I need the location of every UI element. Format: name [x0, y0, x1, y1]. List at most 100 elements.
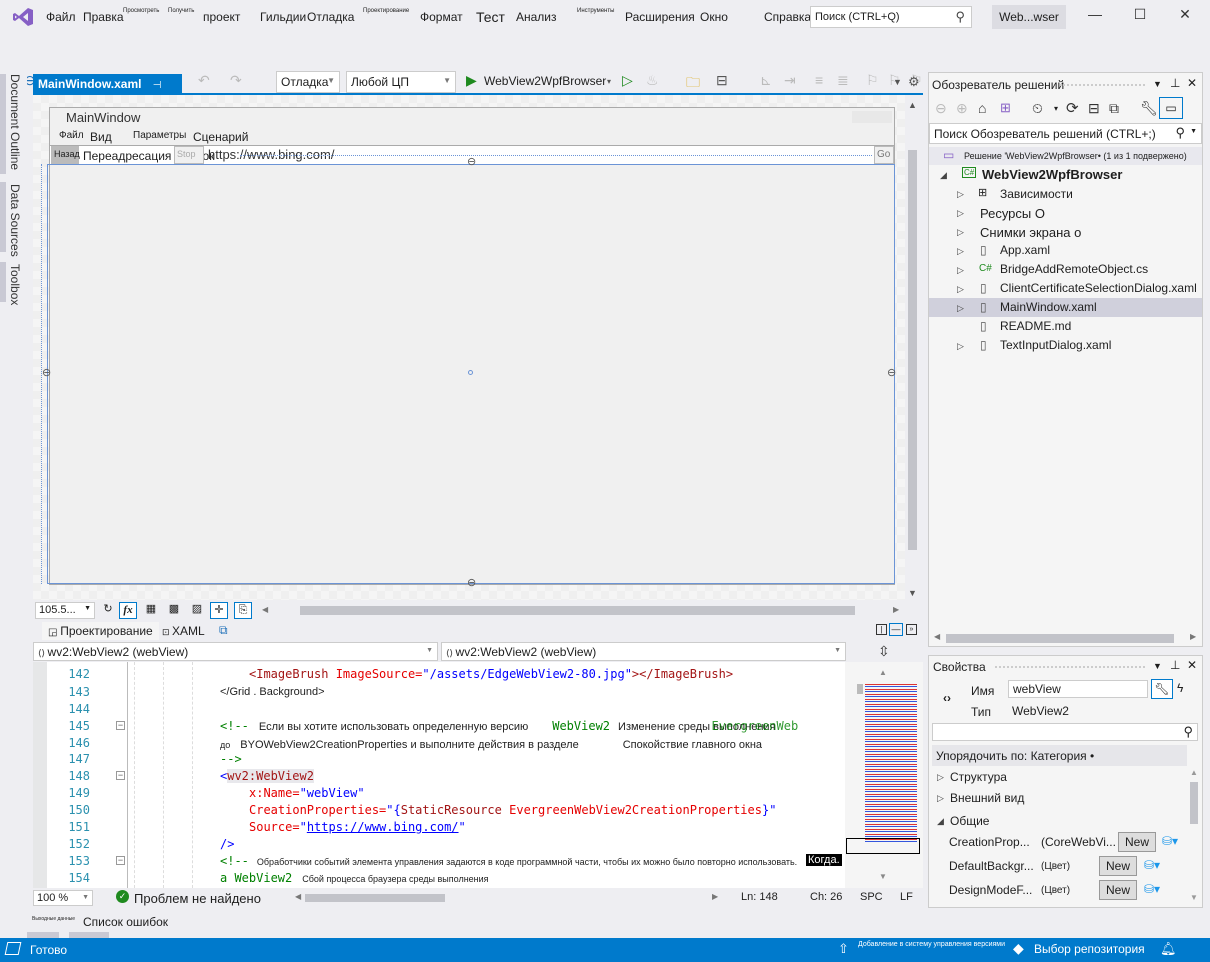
pending-changes-filter-icon[interactable]: ⏲ — [1032, 100, 1043, 117]
fold-toggle-icon[interactable]: − — [116, 771, 125, 780]
tab-overflow-icon[interactable]: ▼ — [893, 77, 902, 87]
split-position-icon[interactable]: ⇳ — [878, 643, 890, 660]
indent-icon[interactable]: ⇥ — [784, 72, 796, 89]
new-default-background-button[interactable]: New — [1099, 856, 1137, 876]
menu-extensions[interactable]: Расширения — [625, 10, 695, 24]
wrench-properties-icon[interactable]: 🔧︎ — [1140, 100, 1158, 117]
redo-icon[interactable]: ↷ — [230, 72, 242, 89]
tree-item-readme[interactable]: README.md — [1000, 317, 1071, 336]
menu-design[interactable]: Проектирование — [363, 8, 409, 14]
expanded-triangle-icon[interactable]: ◢ — [937, 816, 944, 827]
events-lightning-icon[interactable]: ϟ — [1177, 681, 1183, 695]
notifications-bell-icon[interactable]: 🔔︎ — [1160, 941, 1177, 957]
data-binding-icon[interactable]: ⛁▾ — [1144, 858, 1160, 872]
collapsed-triangle-icon[interactable]: ▷ — [957, 284, 964, 295]
tab-mainwindow-xaml[interactable]: MainWindow.xaml ⊣ ✕ — [33, 74, 182, 105]
category-layout[interactable]: Структура — [950, 770, 1007, 784]
scroll-up-icon[interactable]: ▲ — [1190, 768, 1198, 777]
global-search-input[interactable]: Поиск (CTRL+Q) ⚲ — [810, 6, 972, 28]
chevron-down-icon[interactable]: ▾ — [1054, 104, 1058, 113]
artboard-background-icon[interactable]: ▨ — [188, 602, 206, 619]
new-design-mode-button[interactable]: New — [1099, 880, 1137, 900]
scroll-up-icon[interactable]: ▲ — [908, 100, 917, 110]
preview-menu-script[interactable]: Сценарий — [193, 130, 248, 144]
scroll-left-icon[interactable]: ◀ — [934, 632, 940, 641]
configuration-dropdown[interactable]: Отладка ▼ — [276, 71, 340, 93]
arrange-by-dropdown[interactable]: Упорядочить по: Категория • — [936, 749, 1094, 763]
minimap-viewport[interactable] — [846, 838, 920, 854]
grid-toggle-icon[interactable]: ▦ — [142, 602, 160, 619]
scroll-right-icon[interactable]: ▶ — [893, 605, 899, 614]
close-window-button[interactable]: ✕ — [1170, 6, 1200, 28]
close-panel-icon[interactable]: ✕ — [1187, 76, 1197, 90]
menu-window[interactable]: Окно — [700, 10, 728, 24]
center-handle[interactable] — [468, 370, 473, 375]
project-node[interactable]: WebView2WpfBrowser — [982, 165, 1122, 184]
scroll-right-icon[interactable]: ▶ — [712, 892, 718, 901]
data-binding-icon[interactable]: ⛁▾ — [1162, 834, 1178, 848]
collapsed-triangle-icon[interactable]: ▷ — [957, 303, 964, 314]
tree-item-text-input-dialog[interactable]: TextInputDialog.xaml — [1000, 336, 1111, 355]
start-target-button[interactable]: WebView2WpfBrowser — [484, 74, 606, 88]
menu-format[interactable]: Формат — [420, 10, 463, 24]
anchor-top-icon[interactable]: ⊖ — [467, 155, 476, 168]
element-scope-dropdown[interactable]: ⟨⟩ wv2:WebView2 (webView) ▼ — [33, 642, 438, 661]
tab-data-sources[interactable]: Data Sources — [8, 184, 22, 257]
popout-icon[interactable]: ⧉ — [219, 623, 228, 638]
code-minimap-scrollbar[interactable]: ▲ ▼ — [845, 662, 923, 888]
tab-error-list[interactable]: Список ошибок — [83, 915, 168, 929]
horizontal-split-icon[interactable]: — — [889, 623, 903, 636]
collapsed-triangle-icon[interactable]: ▷ — [957, 246, 964, 257]
snap-grid-icon[interactable]: ▩ — [165, 602, 183, 619]
scroll-down-icon[interactable]: ▼ — [1190, 893, 1198, 902]
tab-toolbox[interactable]: Toolbox — [8, 264, 22, 305]
category-common[interactable]: Общие — [950, 814, 989, 828]
switch-views-icon[interactable]: ⊞ — [1000, 100, 1011, 116]
line-indicator[interactable]: Ln: 148 — [741, 891, 778, 903]
anchor-right-icon[interactable]: ⊖ — [887, 366, 896, 379]
editor-hscroll-thumb[interactable] — [305, 894, 445, 902]
refresh-icon[interactable]: ↻ — [99, 602, 117, 619]
minimize-button[interactable]: — — [1080, 6, 1110, 28]
menu-edit[interactable]: Правка — [83, 10, 124, 24]
effects-toggle-icon[interactable]: fx — [119, 602, 137, 619]
back-icon[interactable]: ⊖ — [935, 100, 947, 117]
window-layout-icon[interactable]: ⊟ — [716, 72, 728, 89]
designer-horizontal-scroll-thumb[interactable] — [300, 606, 855, 615]
column-indicator[interactable]: Ch: 26 — [810, 891, 842, 903]
snap-lines-icon[interactable]: ✛ — [210, 602, 228, 619]
close-panel-icon[interactable]: ✕ — [1187, 658, 1197, 672]
new-creation-properties-button[interactable]: New — [1118, 832, 1156, 852]
scroll-right-icon[interactable]: ▶ — [1190, 632, 1196, 641]
tab-document-outline[interactable]: Document Outline — [8, 74, 22, 170]
collapsed-triangle-icon[interactable]: ▷ — [957, 227, 964, 238]
pin-icon[interactable]: ⊥ — [1170, 658, 1180, 672]
menu-view[interactable]: Просмотреть — [123, 8, 159, 14]
scroll-down-icon[interactable]: ▼ — [908, 588, 917, 598]
collapse-pane-icon[interactable]: » — [906, 624, 917, 635]
panel-menu-icon[interactable]: ▼ — [1153, 661, 1162, 671]
anchor-left-icon[interactable]: ⊖ — [42, 366, 51, 379]
menu-git[interactable]: Получить — [168, 8, 194, 14]
tree-item-dependencies[interactable]: Зависимости — [1000, 185, 1073, 204]
collapsed-triangle-icon[interactable]: ▷ — [957, 208, 964, 219]
chevron-down-icon[interactable]: ▾ — [607, 77, 611, 86]
collapsed-triangle-icon[interactable]: ▷ — [957, 189, 964, 200]
line-ending-indicator[interactable]: LF — [900, 891, 913, 903]
tab-output[interactable]: Выходные данные — [32, 916, 75, 922]
collapsed-triangle-icon[interactable]: ▷ — [957, 341, 964, 352]
scroll-thumb[interactable] — [908, 150, 917, 550]
tree-item-mainwindow-xaml[interactable]: MainWindow.xaml — [1000, 298, 1097, 317]
fold-toggle-icon[interactable]: − — [116, 856, 125, 865]
panel-menu-icon[interactable]: ▼ — [1153, 79, 1162, 89]
preview-menu-file[interactable]: Файл — [59, 130, 84, 141]
bookmark-icon[interactable]: ⚐ — [866, 72, 879, 89]
tree-item-screenshots[interactable]: Снимки экрана о — [980, 223, 1081, 242]
problems-status[interactable]: Проблем не найдено — [134, 891, 261, 906]
preview-selected-icon[interactable]: ▭ — [1159, 97, 1183, 119]
select-repository-button[interactable]: Выбор репозитория — [1034, 942, 1145, 956]
properties-scroll-thumb[interactable] — [1190, 782, 1198, 824]
undo-icon[interactable]: ↶ — [198, 72, 210, 89]
tab-design[interactable]: ◲ Проектирование — [42, 622, 159, 640]
menu-file[interactable]: Файл — [46, 10, 76, 24]
